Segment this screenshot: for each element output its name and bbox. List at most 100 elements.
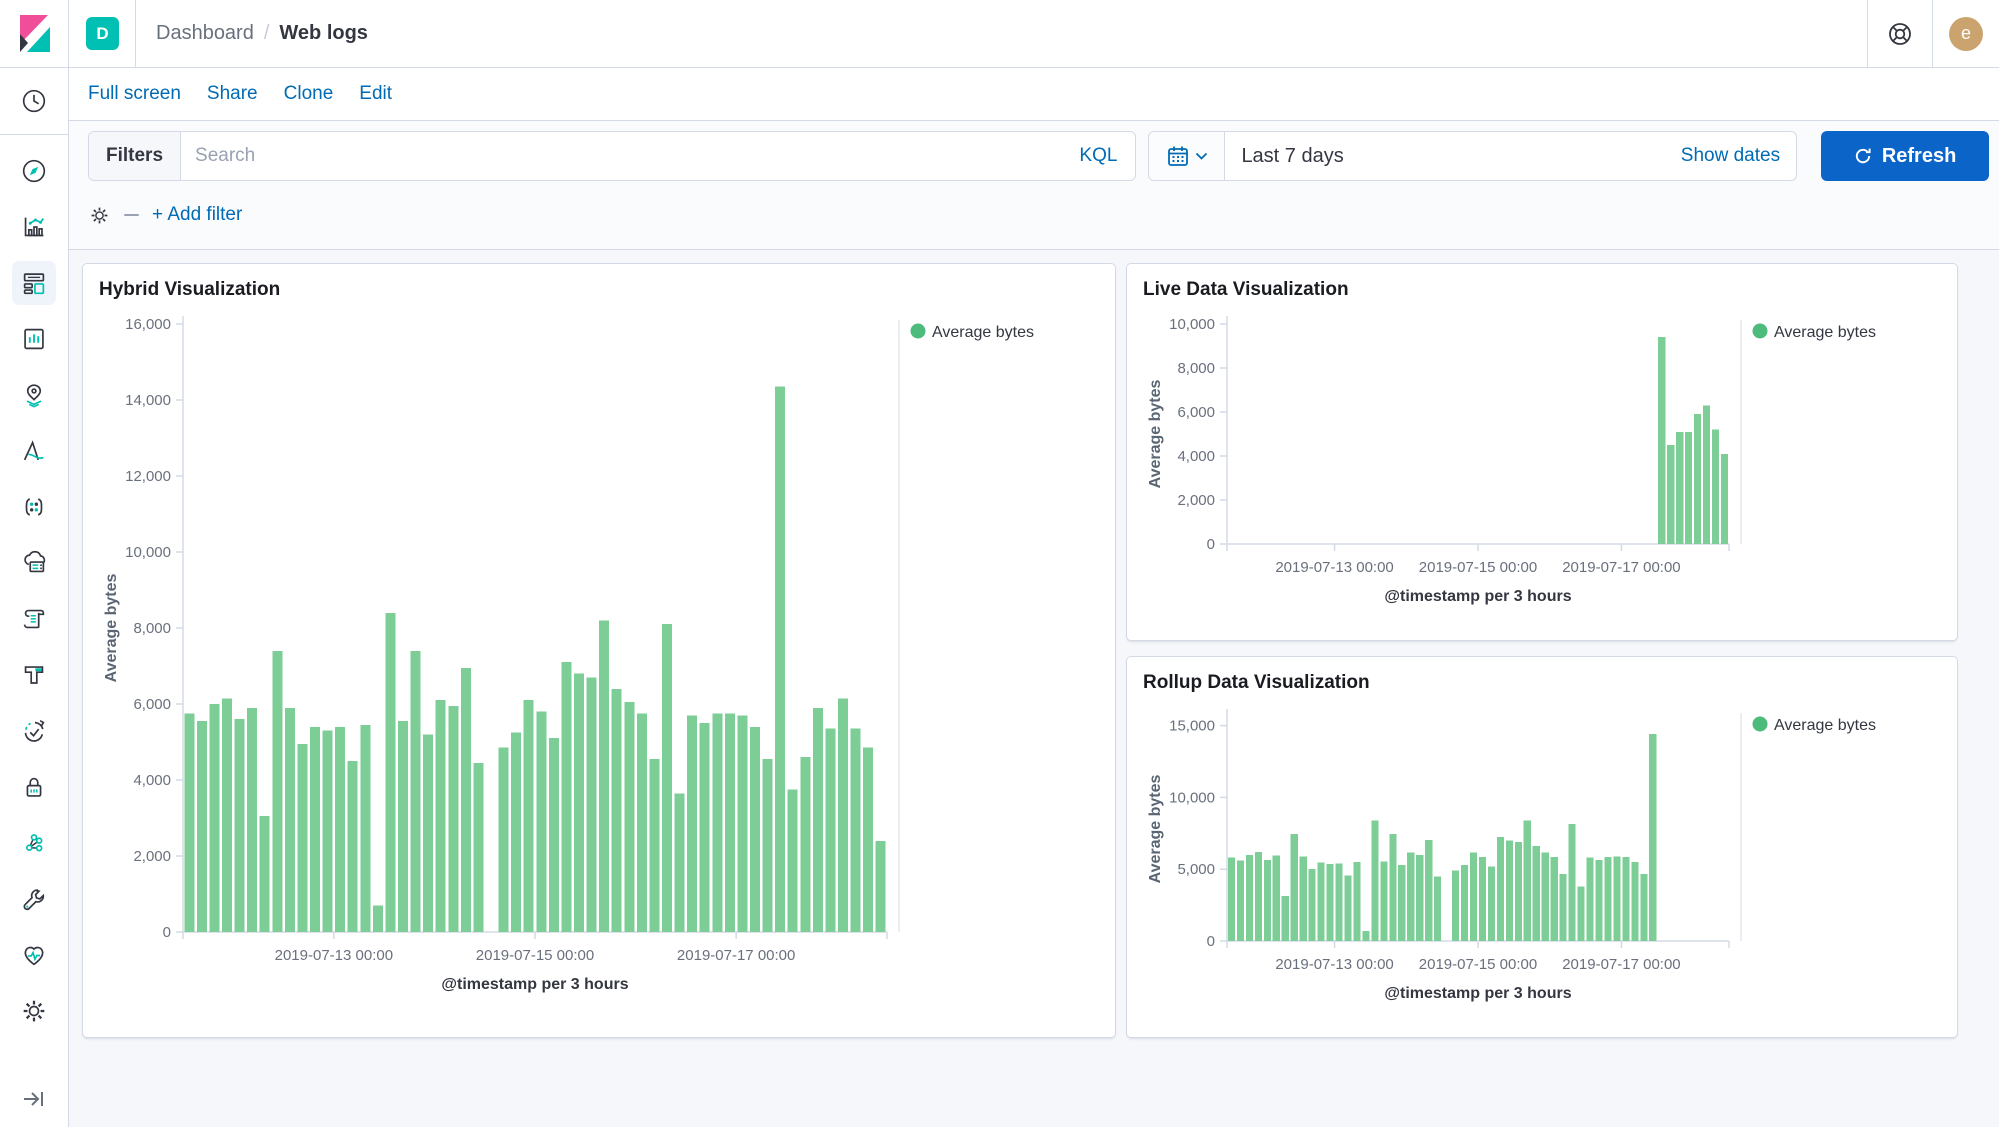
panel-title: Live Data Visualization	[1143, 278, 1941, 302]
main-area: D Dashboard / Web logs e Full screen Sha…	[69, 0, 1999, 1127]
svg-text:10,000: 10,000	[125, 544, 171, 561]
app-sidebar	[0, 0, 69, 1127]
share-link[interactable]: Share	[207, 83, 258, 105]
sidebar-item-graph[interactable]	[12, 821, 56, 865]
sidebar-item-stack-monitoring[interactable]	[12, 933, 56, 977]
filters-button[interactable]: Filters	[89, 132, 181, 180]
svg-text:16,000: 16,000	[125, 316, 171, 333]
svg-text:2019-07-15 00:00: 2019-07-15 00:00	[1419, 956, 1537, 973]
sidebar-recent-section	[0, 68, 68, 135]
svg-text:@timestamp per 3 hours: @timestamp per 3 hours	[1384, 985, 1571, 1002]
apm-icon	[19, 660, 49, 690]
uptime-check-icon	[19, 716, 49, 746]
filter-divider-dash	[124, 214, 139, 216]
panel-rollup-data-visualization: Rollup Data Visualization 05,00010,00015…	[1126, 656, 1958, 1038]
show-dates-button[interactable]: Show dates	[1681, 145, 1780, 167]
svg-text:2,000: 2,000	[1177, 492, 1215, 509]
svg-text:0: 0	[163, 924, 171, 941]
panel-live-data-visualization: Live Data Visualization 02,0004,0006,000…	[1126, 263, 1958, 641]
sidebar-item-infrastructure[interactable]	[12, 541, 56, 585]
svg-text:8,000: 8,000	[1177, 360, 1215, 377]
sidebar-item-logs[interactable]	[12, 597, 56, 641]
svg-text:6,000: 6,000	[1177, 404, 1215, 421]
query-bar-row: Filters KQL	[88, 131, 1989, 181]
refresh-button[interactable]: Refresh	[1821, 131, 1989, 181]
svg-text:4,000: 4,000	[133, 772, 171, 789]
svg-text:10,000: 10,000	[1169, 789, 1215, 806]
time-range-control[interactable]: Last 7 days Show dates	[1225, 145, 1796, 168]
svg-text:@timestamp per 3 hours: @timestamp per 3 hours	[1384, 588, 1571, 605]
svg-text:Average bytes: Average bytes	[1147, 775, 1164, 884]
kibana-logo[interactable]	[0, 0, 68, 68]
collapse-menu-icon	[21, 1086, 47, 1112]
add-filter-button[interactable]: + Add filter	[152, 204, 242, 226]
sidebar-item-dev-tools[interactable]	[12, 877, 56, 921]
edit-link[interactable]: Edit	[359, 83, 392, 105]
sidebar-item-canvas[interactable]	[12, 317, 56, 361]
svg-text:6,000: 6,000	[133, 696, 171, 713]
space-badge[interactable]: D	[86, 17, 119, 50]
collapse-sidebar-button[interactable]	[12, 1079, 56, 1119]
live-data-bar-chart[interactable]: 02,0004,0006,0008,00010,0002019-07-13 00…	[1143, 306, 1941, 618]
search-box: Filters KQL	[88, 131, 1136, 181]
svg-text:8,000: 8,000	[133, 620, 171, 637]
svg-text:12,000: 12,000	[125, 468, 171, 485]
rollup-data-bar-chart[interactable]: 05,00010,00015,0002019-07-13 00:002019-0…	[1143, 699, 1941, 1015]
map-pin-icon	[19, 380, 49, 410]
clone-link[interactable]: Clone	[284, 83, 334, 105]
svg-text:5,000: 5,000	[1177, 861, 1215, 878]
chevron-down-icon	[1195, 152, 1208, 161]
sidebar-item-metrics[interactable]	[12, 485, 56, 529]
cloud-server-icon	[19, 548, 49, 578]
svg-text:2019-07-15 00:00: 2019-07-15 00:00	[1419, 559, 1537, 576]
sidebar-item-discover[interactable]	[12, 149, 56, 193]
svg-text:2019-07-15 00:00: 2019-07-15 00:00	[476, 947, 594, 964]
sidebar-item-maps[interactable]	[12, 373, 56, 417]
dashboard-grid: Hybrid Visualization 02,0004,0006,0008,0…	[69, 250, 1999, 1127]
sidebar-item-recently-viewed[interactable]	[12, 79, 56, 123]
hybrid-bar-chart[interactable]: 02,0004,0006,0008,00010,00012,00014,0001…	[99, 306, 1099, 1006]
breadcrumb-separator: /	[264, 22, 270, 45]
calendar-icon	[1166, 144, 1190, 168]
gear-icon	[19, 996, 49, 1026]
sidebar-item-visualize[interactable]	[12, 205, 56, 249]
heart-pulse-icon	[19, 940, 49, 970]
filter-settings-gear-icon[interactable]	[88, 204, 111, 227]
user-menu[interactable]: e	[1932, 0, 1999, 67]
svg-text:2019-07-13 00:00: 2019-07-13 00:00	[1275, 956, 1393, 973]
full-screen-link[interactable]: Full screen	[88, 83, 181, 105]
help-button[interactable]	[1867, 0, 1932, 67]
search-input[interactable]	[181, 145, 1061, 167]
sidebar-item-management[interactable]	[12, 989, 56, 1033]
dashboard-grid-icon	[19, 268, 49, 298]
query-bar-section: Filters KQL	[69, 120, 1999, 250]
canvas-frame-icon	[19, 324, 49, 354]
scroll-icon	[19, 604, 49, 634]
life-ring-icon	[1885, 19, 1915, 49]
compass-icon	[19, 156, 49, 186]
panel-title: Rollup Data Visualization	[1143, 671, 1941, 695]
svg-text:@timestamp per 3 hours: @timestamp per 3 hours	[441, 976, 628, 993]
bar-chart-icon	[19, 212, 49, 242]
sidebar-item-security[interactable]	[12, 765, 56, 809]
sidebar-item-uptime[interactable]	[12, 709, 56, 753]
breadcrumb-current-page: Web logs	[279, 22, 368, 45]
svg-text:Average bytes: Average bytes	[932, 324, 1034, 341]
avatar[interactable]: e	[1949, 17, 1983, 51]
sidebar-item-dashboard[interactable]	[12, 261, 56, 305]
breadcrumb-dashboard[interactable]: Dashboard	[156, 22, 254, 45]
time-range-value: Last 7 days	[1241, 145, 1343, 168]
svg-text:0: 0	[1207, 536, 1215, 553]
svg-text:15,000: 15,000	[1169, 718, 1215, 735]
date-picker-menu-button[interactable]	[1149, 132, 1225, 180]
sidebar-item-apm[interactable]	[12, 653, 56, 697]
svg-text:2019-07-17 00:00: 2019-07-17 00:00	[1562, 559, 1680, 576]
add-filter-row: + Add filter	[88, 187, 1989, 243]
refresh-icon	[1854, 147, 1872, 165]
sidebar-item-machine-learning[interactable]	[12, 429, 56, 473]
kql-button[interactable]: KQL	[1061, 145, 1135, 167]
clock-icon	[19, 86, 49, 116]
svg-text:Average bytes: Average bytes	[1774, 717, 1876, 734]
kibana-logo-icon	[14, 12, 54, 56]
svg-text:Average bytes: Average bytes	[103, 574, 120, 683]
